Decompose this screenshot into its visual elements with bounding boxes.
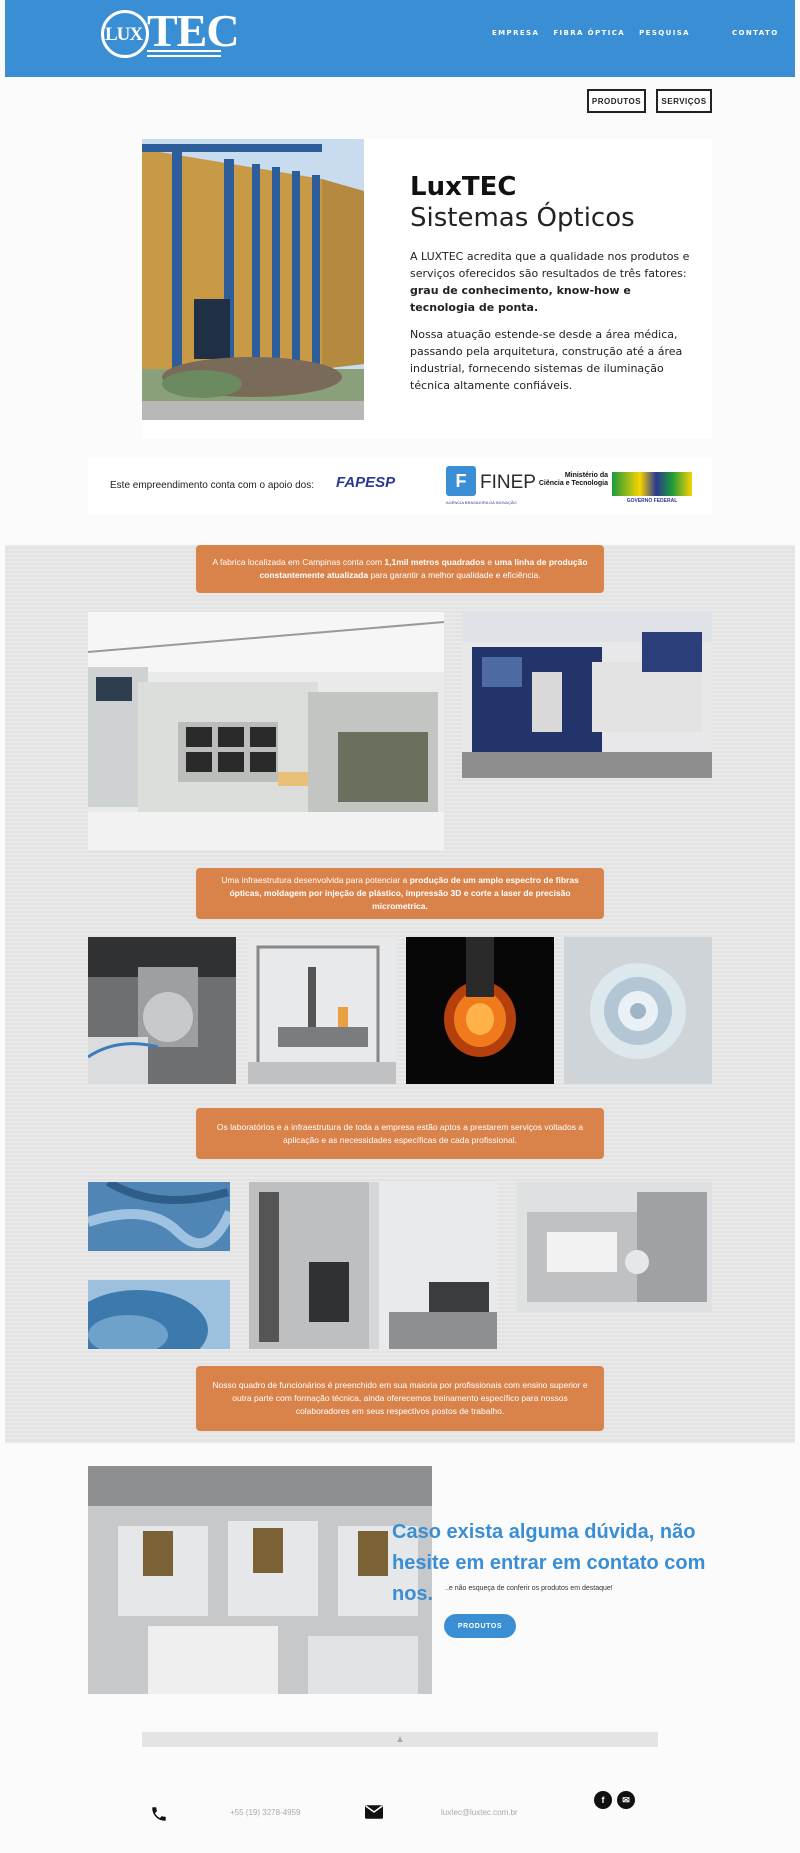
laboratory-photo	[249, 1182, 497, 1349]
main-nav: EMPRESA FIBRA ÓPTICA PESQUISA CONTATO	[492, 29, 779, 37]
luxtec-logo[interactable]: LUX TEC	[101, 5, 240, 60]
info-box-laboratories: Os laboratórios e a infraestrutura de to…	[196, 1108, 604, 1159]
blue-texture-photo	[88, 1182, 230, 1251]
phone-icon	[150, 1805, 168, 1828]
injection-machine-photo	[462, 612, 712, 778]
hero-title-bold: LuxTEC	[410, 172, 517, 202]
hero-paragraph-2: Nossa atuação estende-se desde a área mé…	[410, 328, 683, 392]
info-box-staff-text: Nosso quadro de funcionários é preenchid…	[212, 1380, 588, 1416]
nav-pesquisa[interactable]: PESQUISA	[639, 29, 690, 37]
facebook-icon[interactable]: f	[594, 1791, 612, 1809]
info-box-staff: Nosso quadro de funcionários é preenchid…	[196, 1366, 604, 1431]
scroll-top-bar[interactable]: ▲	[142, 1732, 658, 1747]
hero-paragraph-1: A LUXTEC acredita que a qualidade nos pr…	[410, 248, 690, 316]
finep-logo: FINEP	[480, 472, 536, 493]
services-button[interactable]: SERVIÇOS	[656, 89, 712, 113]
glowing-furnace-photo	[406, 937, 554, 1084]
logo-underline	[147, 55, 221, 57]
equipment-photo	[517, 1182, 712, 1312]
finep-logo-mark: F	[446, 466, 476, 496]
mail-social-icon[interactable]: ✉	[617, 1791, 635, 1809]
contact-products-button[interactable]: PRODUTOS	[444, 1614, 516, 1638]
contact-subtitle: ..e não esqueça de conferir os produtos …	[445, 1585, 613, 1592]
building-photo	[142, 139, 364, 420]
info-box-infrastructure: Uma infraestrutura desenvolvida para pot…	[196, 868, 604, 919]
sponsors-banner: Este empreendimento conta com o apoio do…	[88, 458, 712, 514]
contact-title: Caso exista alguma dúvida, não hesite em…	[392, 1521, 706, 1605]
blue-lens-photo	[88, 1280, 230, 1349]
brasil-subtitle: GOVERNO FEDERAL	[626, 498, 678, 504]
glass-lens-photo	[564, 937, 712, 1084]
hero-paragraph-1-bold: grau de conhecimento, know-how e tecnolo…	[410, 284, 631, 314]
footer-email[interactable]: luxtec@luxtec.com.br	[441, 1808, 518, 1817]
hero-paragraph-1-text: A LUXTEC acredita que a qualidade nos pr…	[410, 250, 690, 280]
finep-subtitle: AGÊNCIA BRASILEIRA DA INOVAÇÃO	[446, 500, 517, 505]
logo-underline	[147, 50, 221, 52]
production-line-photo	[88, 1466, 432, 1694]
factory-machine-photo	[88, 612, 444, 850]
info-box-infrastructure-text: Uma infraestrutura desenvolvida para pot…	[221, 875, 579, 911]
brasil-logo	[612, 472, 692, 496]
fapesp-logo: FAPESP	[336, 474, 396, 491]
info-box-laboratories-text: Os laboratórios e a infraestrutura de to…	[216, 1121, 584, 1145]
footer-phone[interactable]: +55 (19) 3278-4959	[230, 1808, 301, 1817]
email-icon	[365, 1805, 383, 1824]
printer-rig-photo	[248, 937, 396, 1084]
info-box-factory-text: A fabrica localizada em Campinas conta c…	[212, 557, 588, 580]
products-button[interactable]: PRODUTOS	[587, 89, 646, 113]
logo-lux-text: LUX	[105, 24, 143, 45]
site-header: LUX TEC EMPRESA FIBRA ÓPTICA PESQUISA CO…	[5, 0, 795, 77]
hero-title-light: Sistemas Ópticos	[410, 203, 635, 233]
nav-contato[interactable]: CONTATO	[732, 29, 779, 37]
sponsors-text: Este empreendimento conta com o apoio do…	[110, 480, 315, 491]
scroll-up-icon: ▲	[395, 1734, 405, 1745]
info-box-factory: A fabrica localizada em Campinas conta c…	[196, 545, 604, 593]
laser-cutter-photo	[88, 937, 236, 1084]
mct-line-2: Ciência e Tecnologia	[538, 480, 608, 487]
nav-fibra-optica[interactable]: FIBRA ÓPTICA	[553, 29, 625, 37]
nav-empresa[interactable]: EMPRESA	[492, 29, 539, 37]
mct-logo: Ministério da Ciência e Tecnologia	[536, 472, 608, 488]
mct-line-1: Ministério da	[564, 472, 608, 479]
